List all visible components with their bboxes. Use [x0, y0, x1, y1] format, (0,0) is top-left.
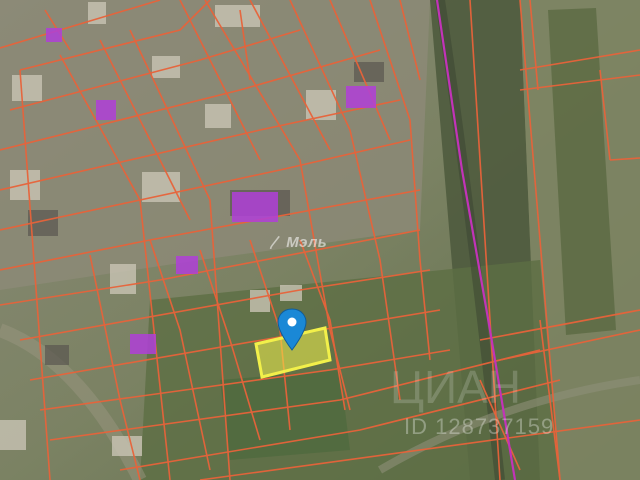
watermark-brand: ЦИАН — [390, 361, 521, 413]
watermark-logo: 〳 Мэль — [268, 234, 328, 251]
watermark-listing-id: ID 128737159 — [404, 414, 555, 439]
map-view[interactable]: 〳 Мэль ЦИАН ID 128737159 — [0, 0, 640, 480]
